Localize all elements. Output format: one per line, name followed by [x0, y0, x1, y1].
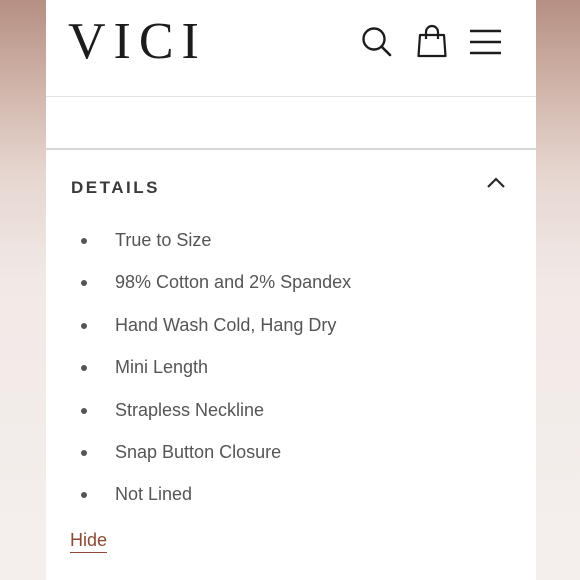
bullet-icon [81, 280, 87, 287]
menu-icon [470, 29, 501, 55]
details-list: True to Size 98% Cotton and 2% Spandex H… [46, 220, 486, 517]
collapsed-section [46, 97, 536, 149]
list-item: Mini Length [46, 347, 486, 389]
details-heading[interactable]: DETAILS [71, 178, 160, 198]
section-divider [46, 148, 536, 150]
bullet-icon [81, 492, 87, 499]
bullet-icon [81, 449, 87, 456]
shopping-bag-icon [417, 24, 447, 58]
hide-details-link[interactable]: Hide [70, 530, 108, 553]
bullet-icon [81, 407, 87, 414]
detail-text: Strapless Neckline [115, 399, 265, 420]
detail-text: 98% Cotton and 2% Spandex [115, 272, 352, 293]
chevron-up-icon[interactable] [484, 172, 508, 192]
detail-text: Hand Wash Cold, Hang Dry [115, 314, 337, 335]
list-item: Strapless Neckline [46, 390, 486, 432]
detail-text: True to Size [115, 230, 212, 250]
cart-button[interactable] [414, 24, 450, 60]
list-item: 98% Cotton and 2% Spandex [46, 262, 486, 304]
detail-text: Snap Button Closure [115, 441, 282, 462]
brand-logo[interactable]: VICI [68, 16, 207, 68]
bullet-icon [81, 322, 87, 329]
bullet-icon [81, 365, 87, 372]
search-button[interactable] [359, 24, 395, 60]
detail-text: Mini Length [115, 357, 209, 378]
detail-text: Not Lined [115, 484, 193, 505]
search-icon [362, 27, 392, 57]
bullet-icon [81, 238, 87, 244]
list-item: Not Lined [46, 474, 486, 516]
menu-button[interactable] [467, 24, 503, 60]
list-item: Snap Button Closure [46, 432, 486, 474]
site-header: VICI [46, 0, 536, 97]
list-item: True to Size [46, 220, 486, 262]
list-item: Hand Wash Cold, Hang Dry [46, 305, 486, 347]
product-page: VICI DETAILS True to Size 98% Cotton and… [46, 0, 536, 580]
